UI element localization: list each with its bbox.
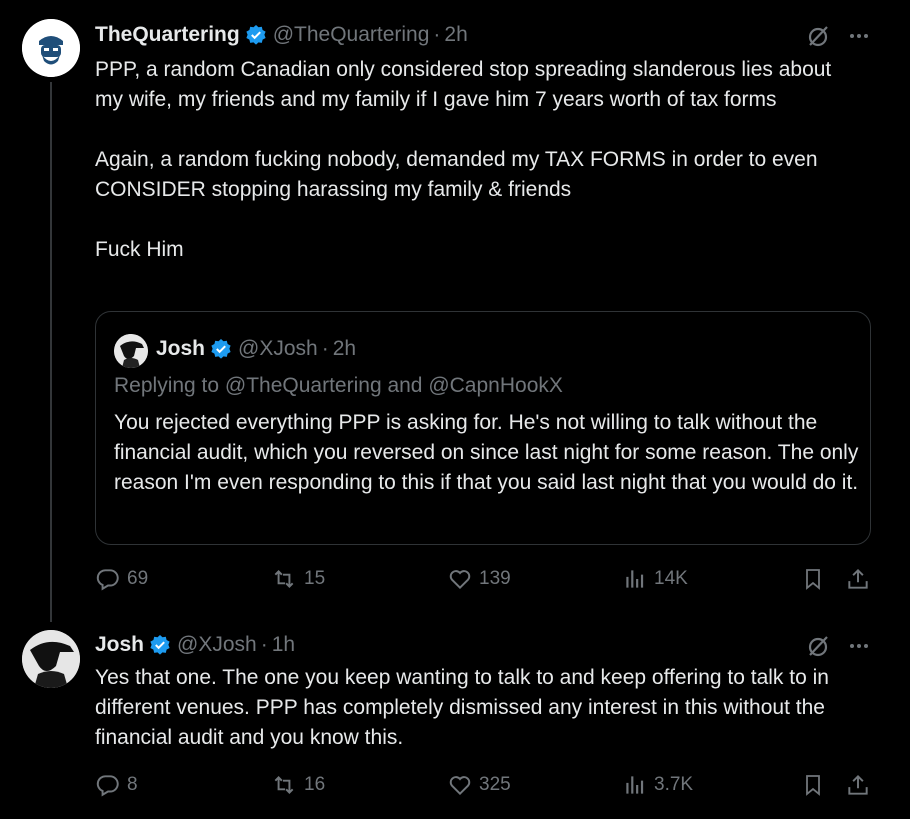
share-icon: [848, 568, 868, 589]
tweet-paragraph: PPP, a random Canadian only considered s…: [95, 58, 832, 111]
like-count: 139: [479, 568, 511, 589]
repost-button[interactable]: 16: [270, 772, 325, 798]
bookmark-icon: [806, 775, 820, 796]
repost-icon: [274, 776, 294, 794]
repost-button[interactable]: 15: [270, 566, 325, 592]
quote-author-handle[interactable]: @XJosh: [238, 337, 318, 361]
tweet-header: Josh @XJosh · 1h: [95, 630, 295, 660]
header-actions: [806, 24, 870, 53]
author-handle[interactable]: @TheQuartering: [273, 23, 430, 47]
author-name[interactable]: TheQuartering: [95, 23, 240, 47]
tweet-paragraph: Fuck Him: [95, 238, 184, 261]
like-icon: [449, 570, 471, 590]
separator-dot: ·: [260, 633, 268, 656]
views-button[interactable]: 14K: [622, 566, 688, 592]
quote-text: You rejected everything PPP is asking fo…: [114, 411, 859, 494]
grok-icon[interactable]: [806, 24, 830, 53]
verified-badge-icon: [210, 338, 232, 360]
more-icon[interactable]: [848, 635, 870, 662]
quote-timestamp: 2h: [332, 337, 357, 360]
thread-line: [50, 82, 52, 622]
tweet-josh[interactable]: Josh @XJosh · 1h Yes that one. The one y…: [0, 620, 910, 819]
views-icon: [626, 776, 644, 794]
repost-icon: [274, 570, 294, 588]
timestamp[interactable]: 1h: [272, 633, 295, 657]
share-button[interactable]: [845, 566, 871, 592]
reply-count: 69: [127, 568, 149, 589]
reply-button[interactable]: 8: [95, 772, 138, 798]
tweet-header: TheQuartering @TheQuartering · 2h: [95, 20, 468, 50]
tweet-paragraph: Again, a random fucking nobody, demanded…: [95, 148, 818, 201]
views-button[interactable]: 3.7K: [622, 772, 693, 798]
avatar[interactable]: [22, 630, 80, 688]
views-count: 14K: [654, 568, 688, 589]
quote-header: Josh @XJosh · 2h: [156, 334, 356, 364]
tweet-theQuartering[interactable]: TheQuartering @TheQuartering · 2h PPP, a…: [0, 0, 910, 622]
grok-icon[interactable]: [806, 634, 830, 663]
separator-dot: ·: [321, 337, 329, 360]
views-icon: [626, 570, 644, 588]
tweet-text: Yes that one. The one you keep wanting t…: [95, 666, 829, 749]
tweet-text: PPP, a random Canadian only considered s…: [95, 55, 865, 265]
quote-author-name[interactable]: Josh: [156, 337, 205, 361]
reply-button[interactable]: 69: [95, 566, 148, 592]
quoted-tweet[interactable]: Josh @XJosh · 2h Replying to @TheQuarter…: [95, 311, 871, 545]
like-button[interactable]: 325: [447, 772, 511, 798]
separator-dot: ·: [433, 23, 441, 46]
author-name[interactable]: Josh: [95, 633, 144, 657]
replying-to: Replying to @TheQuartering and @CapnHook…: [114, 374, 563, 397]
like-button[interactable]: 139: [447, 566, 511, 592]
reply-icon: [96, 569, 119, 591]
avatar[interactable]: [22, 19, 80, 77]
repost-count: 16: [304, 774, 326, 795]
bookmark-button[interactable]: [801, 566, 825, 592]
bookmark-icon: [806, 569, 820, 590]
views-count: 3.7K: [654, 774, 694, 795]
more-icon[interactable]: [848, 25, 870, 52]
action-bar: 69 15 139 14K: [95, 566, 875, 596]
bookmark-button[interactable]: [801, 772, 825, 798]
like-count: 325: [479, 774, 511, 795]
share-icon: [848, 774, 868, 795]
header-actions: [806, 634, 870, 663]
timestamp[interactable]: 2h: [444, 23, 467, 47]
reply-icon: [96, 775, 119, 797]
repost-count: 15: [304, 568, 326, 589]
quote-avatar[interactable]: [114, 334, 148, 368]
verified-badge-icon: [245, 24, 267, 46]
like-icon: [449, 776, 471, 796]
verified-badge-icon: [149, 634, 171, 656]
author-handle[interactable]: @XJosh: [177, 633, 257, 657]
share-button[interactable]: [845, 772, 871, 798]
action-bar: 8 16 325 3.7K: [95, 772, 875, 802]
reply-count: 8: [127, 774, 138, 795]
